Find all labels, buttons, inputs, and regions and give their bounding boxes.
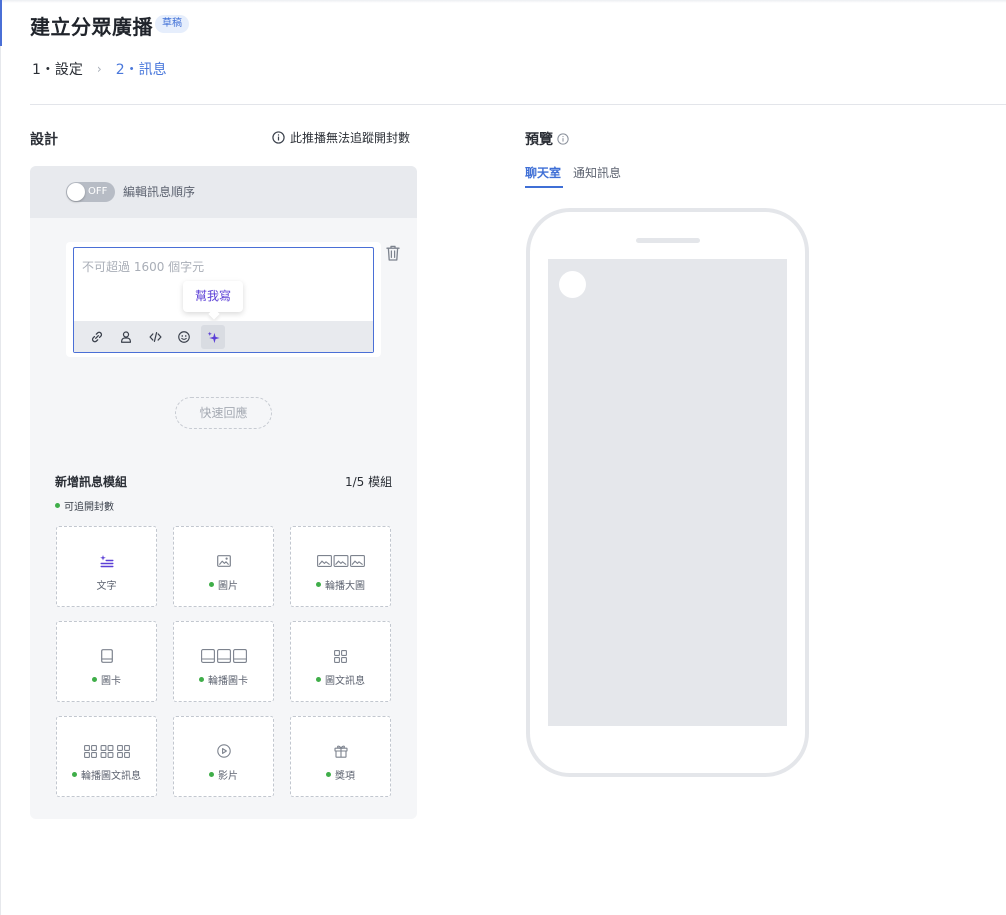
module-video[interactable]: 影片 — [173, 716, 274, 797]
module-label: 輪播圖文訊息 — [57, 767, 156, 782]
trackable-dot — [55, 503, 60, 508]
module-gift-icon-wrap — [291, 743, 390, 759]
toggle-knob — [67, 183, 85, 201]
module-carousel-card-icon-wrap — [174, 648, 273, 664]
module-image-icon-wrap — [174, 553, 273, 569]
imagemap-icon — [334, 649, 347, 663]
text-icon — [99, 555, 113, 568]
header-divider — [30, 104, 1006, 105]
carousel-card-icon — [200, 649, 247, 663]
breadcrumb-steps: 1・設定 › 2・訊息 — [32, 59, 167, 79]
trackable-dot — [92, 677, 97, 682]
module-label: 獎項 — [291, 767, 390, 782]
preview-section-title: 預覽 — [525, 129, 569, 149]
quick-reply-button[interactable]: 快速回應 — [175, 397, 272, 429]
carousel-imagemap-icon — [83, 744, 130, 758]
module-card[interactable]: 圖卡 — [56, 621, 157, 702]
edit-order-toggle[interactable]: OFF — [66, 182, 115, 202]
module-count: 1/5 模組 — [345, 475, 393, 489]
step-message[interactable]: 2・訊息 — [116, 59, 167, 79]
edit-order-label: 編輯訊息順序 — [123, 185, 196, 199]
toggle-state: OFF — [88, 186, 108, 197]
module-label: 圖文訊息 — [291, 672, 390, 687]
trackable-dot — [209, 582, 214, 587]
module-carousel-card[interactable]: 輪播圖卡 — [173, 621, 274, 702]
module-text[interactable]: 文字 — [56, 526, 157, 607]
module-carousel-imagemap[interactable]: 輪播圖文訊息 — [56, 716, 157, 797]
delete-message-button[interactable] — [385, 244, 403, 262]
nav-border — [0, 46, 1, 915]
panel-header: OFF 編輯訊息順序 — [30, 166, 417, 218]
editor-toolbar — [74, 321, 373, 352]
avatar — [559, 271, 586, 298]
emoji-icon — [178, 331, 190, 343]
carousel-image-icon — [316, 555, 365, 567]
sparkle-icon — [207, 331, 220, 343]
status-badge: 草稿 — [155, 15, 189, 33]
design-section-title: 設計 — [30, 132, 58, 148]
tooltip-arrow — [208, 308, 220, 320]
module-image[interactable]: 圖片 — [173, 526, 274, 607]
tab-chatroom[interactable]: 聊天室 — [525, 164, 561, 181]
step-settings[interactable]: 1・設定 — [32, 59, 83, 79]
card-icon — [100, 649, 113, 663]
module-carousel-image-icon-wrap — [291, 553, 390, 569]
tracking-notice-text: 此推播無法追蹤開封數 — [290, 131, 411, 145]
code-icon — [148, 332, 162, 342]
top-shadow — [0, 0, 1006, 3]
phone-preview — [526, 208, 809, 777]
module-imagemap[interactable]: 圖文訊息 — [290, 621, 391, 702]
phone-speaker — [636, 238, 700, 243]
insert-emoji-button[interactable] — [172, 325, 196, 349]
ai-write-tooltip: 幫我寫 — [183, 281, 243, 320]
module-label: 文字 — [96, 581, 117, 592]
trackable-dot — [316, 582, 321, 587]
design-panel: OFF 編輯訊息順序 不可超過 1600 個字元 幫我寫 快速回應 新增訊息模組… — [30, 166, 417, 819]
text-message-card: 不可超過 1600 個字元 幫我寫 — [66, 242, 381, 357]
user-icon — [121, 331, 131, 343]
module-carousel-imagemap-icon-wrap — [57, 743, 156, 759]
tracking-notice: 此推播無法追蹤開封數 — [272, 129, 410, 146]
message-input-placeholder[interactable]: 不可超過 1600 個字元 — [82, 258, 204, 275]
insert-code-button[interactable] — [143, 325, 167, 349]
trash-icon — [386, 245, 400, 261]
gift-icon — [333, 745, 348, 758]
video-icon — [216, 744, 231, 758]
insert-name-button[interactable] — [114, 325, 138, 349]
ai-write-tooltip-text: 幫我寫 — [194, 289, 231, 303]
trackable-legend: 可追開封數 — [55, 498, 114, 513]
phone-screen — [548, 259, 787, 726]
trackable-dot — [316, 677, 321, 682]
trackable-legend-text: 可追開封數 — [64, 502, 114, 513]
module-label: 圖卡 — [57, 672, 156, 687]
module-label: 圖片 — [174, 577, 273, 592]
trackable-dot — [326, 772, 331, 777]
info-icon — [272, 131, 285, 144]
module-label: 影片 — [174, 767, 273, 782]
module-label: 輪播圖卡 — [174, 672, 273, 687]
module-label: 輪播大圖 — [291, 577, 390, 592]
chevron-right-icon: › — [96, 62, 102, 76]
add-module-title: 新增訊息模組 — [55, 475, 128, 489]
info-icon[interactable] — [557, 133, 569, 145]
module-gift[interactable]: 獎項 — [290, 716, 391, 797]
link-icon — [91, 331, 103, 343]
module-video-icon-wrap — [174, 743, 273, 759]
preview-title-text: 預覽 — [525, 132, 553, 148]
image-icon — [216, 555, 231, 567]
ai-write-button[interactable] — [201, 325, 225, 349]
trackable-dot — [209, 772, 214, 777]
module-imagemap-icon-wrap — [291, 648, 390, 664]
tab-notification[interactable]: 通知訊息 — [573, 164, 621, 181]
insert-link-button[interactable] — [85, 325, 109, 349]
page-title: 建立分眾廣播 — [30, 15, 153, 39]
trackable-dot — [199, 677, 204, 682]
active-tab-underline — [525, 186, 563, 188]
trackable-dot — [72, 772, 77, 777]
module-text-icon-wrap — [57, 553, 156, 569]
message-editor[interactable]: 不可超過 1600 個字元 幫我寫 — [73, 247, 374, 353]
module-carousel-image[interactable]: 輪播大圖 — [290, 526, 391, 607]
nav-active-indicator — [0, 0, 2, 46]
module-card-icon-wrap — [57, 648, 156, 664]
